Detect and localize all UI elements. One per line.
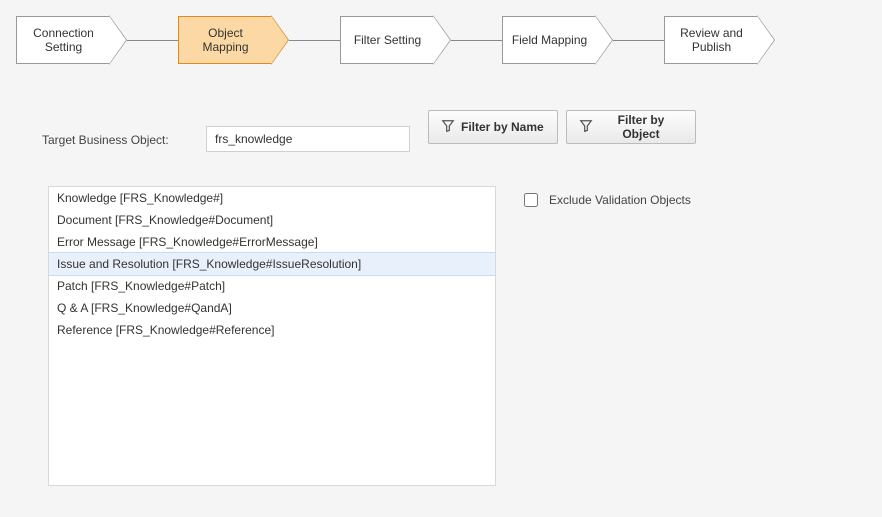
wizard-step-connection-setting[interactable]: Connection Setting (16, 16, 126, 64)
exclude-validation-objects-label: Exclude Validation Objects (549, 193, 691, 207)
wizard-step-filter-setting[interactable]: Filter Setting (340, 16, 450, 64)
step-connector (289, 40, 341, 41)
chevron-right-icon (595, 16, 612, 64)
wizard-step-label: Field Mapping (502, 16, 596, 64)
list-item[interactable]: Document [FRS_Knowledge#Document] (49, 209, 495, 231)
filter-by-object-label: Filter by Object (599, 113, 683, 141)
step-connector (613, 40, 665, 41)
business-object-listbox[interactable]: Knowledge [FRS_Knowledge#]Document [FRS_… (48, 186, 496, 486)
filter-by-object-button[interactable]: Filter by Object (566, 110, 696, 144)
exclude-validation-objects-checkbox[interactable] (524, 193, 538, 207)
target-business-object-label: Target Business Object: (42, 133, 169, 147)
list-item[interactable]: Error Message [FRS_Knowledge#ErrorMessag… (49, 231, 495, 253)
wizard-step-object-mapping[interactable]: Object Mapping (178, 16, 288, 64)
step-connector (451, 40, 503, 41)
chevron-right-icon (109, 16, 126, 64)
chevron-right-icon (271, 16, 288, 64)
object-mapping-screen: Connection Setting Object Mapping Filter S… (0, 0, 882, 517)
filter-by-name-button[interactable]: Filter by Name (428, 110, 558, 144)
list-item[interactable]: Issue and Resolution [FRS_Knowledge#Issu… (49, 252, 495, 276)
chevron-right-icon (433, 16, 450, 64)
wizard-step-label: Connection Setting (16, 16, 110, 64)
chevron-right-icon (757, 16, 774, 64)
list-item[interactable]: Patch [FRS_Knowledge#Patch] (49, 275, 495, 297)
list-item[interactable]: Reference [FRS_Knowledge#Reference] (49, 319, 495, 341)
wizard-step-label: Filter Setting (340, 16, 434, 64)
wizard-steps: Connection Setting Object Mapping Filter S… (16, 10, 774, 70)
wizard-step-label: Review and Publish (664, 16, 758, 64)
funnel-icon (579, 119, 593, 136)
step-connector (127, 40, 179, 41)
exclude-validation-objects[interactable]: Exclude Validation Objects (520, 190, 691, 210)
filter-by-name-label: Filter by Name (461, 120, 544, 134)
funnel-icon (441, 119, 455, 136)
wizard-step-review-and-publish[interactable]: Review and Publish (664, 16, 774, 64)
list-item[interactable]: Q & A [FRS_Knowledge#QandA] (49, 297, 495, 319)
wizard-step-field-mapping[interactable]: Field Mapping (502, 16, 612, 64)
list-item[interactable]: Knowledge [FRS_Knowledge#] (49, 187, 495, 209)
target-business-object-input[interactable] (206, 126, 410, 152)
wizard-step-label: Object Mapping (178, 16, 272, 64)
